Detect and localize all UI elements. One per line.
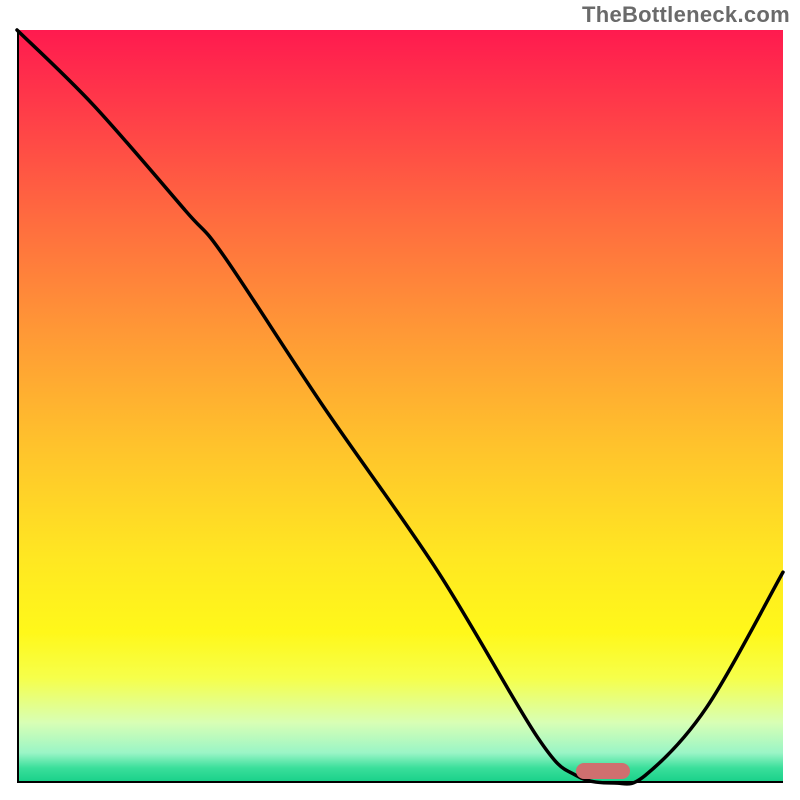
watermark-text: TheBottleneck.com xyxy=(582,2,790,28)
optimal-range-marker xyxy=(576,763,630,779)
plot-area xyxy=(17,30,783,783)
y-axis xyxy=(17,30,19,783)
bottleneck-curve xyxy=(17,30,783,783)
x-axis xyxy=(17,781,783,783)
chart-container: TheBottleneck.com xyxy=(0,0,800,800)
